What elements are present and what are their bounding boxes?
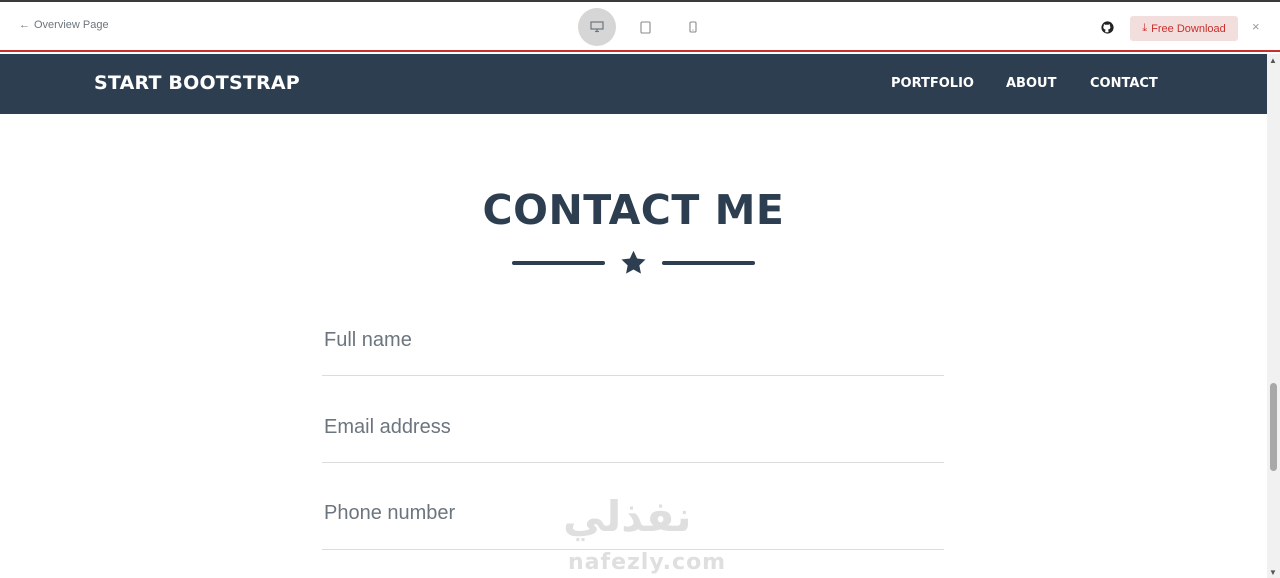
watermark-latin: nafezly.com (568, 550, 727, 575)
site-navbar: START BOOTSTRAP PORTFOLIO ABOUT CONTACT (0, 54, 1267, 114)
overview-page-label: Overview Page (34, 19, 109, 31)
contact-heading: CONTACT ME (482, 186, 785, 234)
brand-logo[interactable]: START BOOTSTRAP (94, 72, 300, 94)
nav-item-about[interactable]: ABOUT (1006, 76, 1056, 91)
github-icon[interactable] (1101, 21, 1114, 34)
scroll-up-arrow-icon[interactable]: ▲ (1269, 56, 1277, 65)
scrollbar-thumb[interactable] (1270, 383, 1277, 471)
watermark-arabic: نفذلي (563, 492, 692, 541)
preview-toolbar: ← Overview Page ⤓ Free Download × (0, 0, 1280, 52)
tablet-view-button[interactable] (626, 8, 664, 46)
email-input[interactable] (322, 412, 944, 442)
desktop-view-button[interactable] (578, 8, 616, 46)
scroll-down-arrow-icon[interactable]: ▼ (1269, 568, 1277, 577)
full-name-field (322, 325, 944, 376)
divider-line-left (512, 261, 605, 265)
mobile-view-button[interactable] (674, 8, 712, 46)
free-download-button[interactable]: ⤓ Free Download (1130, 16, 1238, 41)
close-icon[interactable]: × (1252, 19, 1260, 34)
full-name-input[interactable] (322, 325, 944, 355)
tablet-icon (639, 20, 651, 34)
arrow-left-icon: ← (19, 19, 30, 31)
free-download-label: Free Download (1151, 22, 1226, 35)
nav-item-contact[interactable]: CONTACT (1090, 76, 1158, 91)
overview-page-link[interactable]: ← Overview Page (19, 19, 109, 31)
mobile-icon (689, 21, 697, 33)
star-icon (621, 250, 646, 274)
divider-line-right (662, 261, 755, 265)
email-field (322, 412, 944, 463)
device-switcher (578, 8, 712, 46)
nav-item-portfolio[interactable]: PORTFOLIO (891, 76, 974, 91)
scrollbar-track[interactable] (1267, 54, 1280, 578)
download-icon: ⤓ (1142, 22, 1148, 34)
desktop-icon (590, 21, 604, 33)
